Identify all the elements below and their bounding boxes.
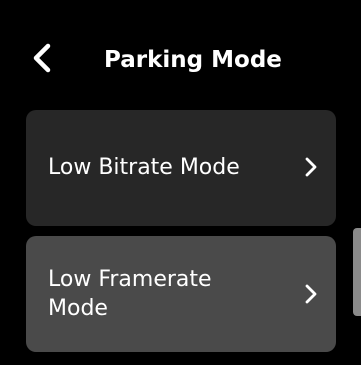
chevron-right-icon <box>305 157 317 177</box>
parking-mode-screen: Parking Mode Low Bitrate Mode Low Framer… <box>0 0 361 365</box>
menu-item-label: Low Bitrate Mode <box>48 155 240 180</box>
menu-item-label: Low Framerate Mode <box>48 267 212 321</box>
scrollbar[interactable] <box>353 228 361 316</box>
back-button[interactable] <box>26 40 66 80</box>
page-title: Parking Mode <box>104 47 282 73</box>
menu-item-low-framerate-mode[interactable]: Low Framerate Mode <box>26 236 336 352</box>
chevron-left-icon <box>33 43 51 73</box>
menu-item-low-bitrate-mode[interactable]: Low Bitrate Mode <box>26 110 336 226</box>
header: Parking Mode <box>0 0 361 110</box>
chevron-right-icon <box>305 284 317 304</box>
